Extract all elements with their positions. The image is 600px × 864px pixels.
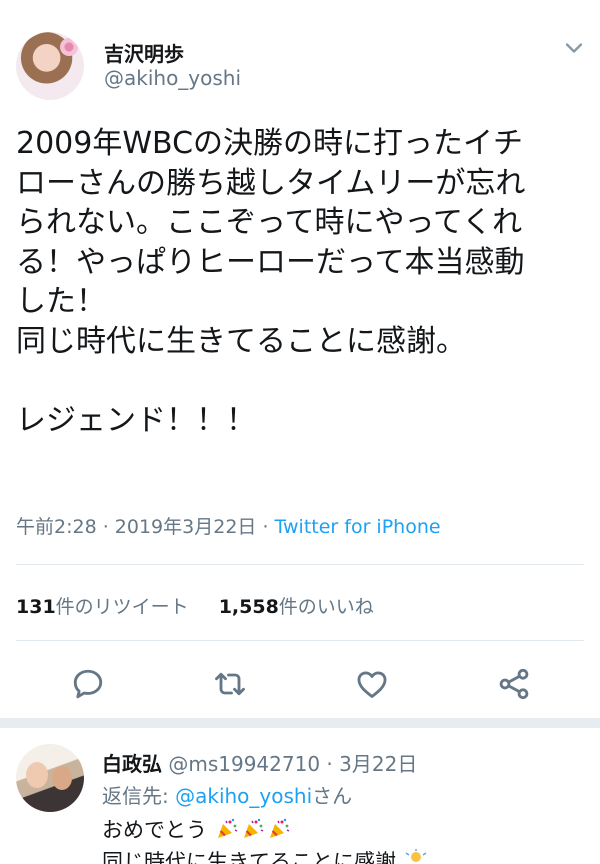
tweet-stats: 131件のリツイート 1,558件のいいね [16,592,374,619]
tweet-date: 2019年3月22日 [114,516,257,538]
main-tweet: 吉沢明歩 @akiho_yoshi 2009年WBCの決勝の時に打ったイチ ロー… [0,0,600,718]
reply-suffix: さん [312,784,353,808]
party-popper-icon [217,818,238,838]
meta-separator: · [256,516,275,538]
tweet-time: 午前2:28 [16,516,97,538]
party-popper-icon [243,818,264,838]
reply-prefix: 返信先: [102,784,176,808]
tweet-text: 2009年WBCの決勝の時に打ったイチ ローさんの勝ち越しタイムリーが忘れ られ… [16,126,526,438]
reply-line1-text: おめでとう [102,818,207,842]
tweet-meta: 午前2:28 · 2019年3月22日 · Twitter for iPhone [16,512,441,539]
like-stat[interactable]: 1,558件のいいね [219,596,374,618]
avatar-face [52,766,72,790]
flower-decoration [60,38,78,56]
retweet-icon[interactable] [212,666,248,702]
reply-text-line2: 同じ時代に生きてることに感謝 [102,846,429,864]
party-popper-icon [269,818,290,838]
retweet-stat[interactable]: 131件のリツイート [16,596,189,618]
author-name[interactable]: 吉沢明歩 [104,38,184,67]
reply-date: 3月22日 [339,752,418,776]
reply-header: 白政弘 @ms19942710 · 3月22日 [102,748,417,777]
reply-icon[interactable] [70,666,106,702]
like-icon[interactable] [354,666,390,702]
reply-line2-text: 同じ時代に生きてることに感謝 [102,850,396,864]
like-label: 件のいいね [278,596,374,618]
section-separator [0,718,600,728]
action-bar [0,666,600,702]
reply-text-line1: おめでとう [102,814,292,844]
retweet-count: 131 [16,596,56,618]
avatar-face [26,762,48,788]
replying-to: 返信先: @akiho_yoshiさん [102,780,352,809]
tweet-source-link[interactable]: Twitter for iPhone [275,516,441,538]
divider [16,564,584,565]
divider [16,640,584,641]
like-count: 1,558 [218,596,279,618]
reply-handle[interactable]: @ms19942710 [168,752,320,776]
person-bowing-icon [405,849,427,862]
meta-separator: · [320,752,340,776]
meta-separator: · [96,516,115,538]
author-handle[interactable]: @akiho_yoshi [104,66,241,90]
reply-mention-link[interactable]: @akiho_yoshi [175,784,312,808]
reply-tweet[interactable]: 白政弘 @ms19942710 · 3月22日 返信先: @akiho_yosh… [0,728,600,864]
author-avatar[interactable] [16,32,84,100]
reply-author-name[interactable]: 白政弘 [102,752,162,776]
chevron-down-icon[interactable] [560,34,588,62]
share-icon[interactable] [496,666,532,702]
retweet-label: 件のリツイート [55,596,189,618]
reply-avatar[interactable] [16,744,84,812]
